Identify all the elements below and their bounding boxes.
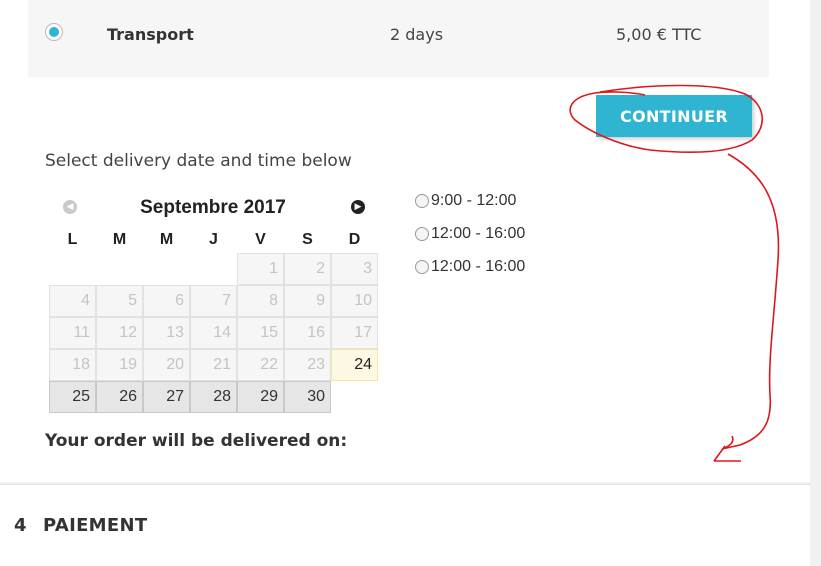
time-slot-radio[interactable] (415, 226, 429, 241)
step-number: 4 (14, 515, 27, 536)
weekday-label: S (302, 231, 313, 248)
calendar-day-14: 14 (190, 317, 237, 349)
calendar-day-19: 19 (96, 349, 143, 381)
calendar-day-28[interactable]: 28 (190, 381, 237, 413)
calendar-empty-cell (49, 253, 96, 285)
calendar-day-17: 17 (331, 317, 378, 349)
calendar-day-16: 16 (284, 317, 331, 349)
calendar-day-30[interactable]: 30 (284, 381, 331, 413)
calendar-day-4: 4 (49, 285, 96, 317)
calendar-weekdays: LMMJVSD (49, 231, 378, 249)
calendar-day-9: 9 (284, 285, 331, 317)
checkout-step-payment[interactable]: 4 PAIEMENT (0, 484, 810, 566)
calendar-day-15: 15 (237, 317, 284, 349)
time-slot-option[interactable]: 9:00 - 12:00 (415, 184, 525, 217)
carrier-delay: 2 days (390, 25, 444, 44)
calendar-day-29[interactable]: 29 (237, 381, 284, 413)
carrier-price: 5,00 € TTC (616, 25, 702, 44)
calendar-day-12: 12 (96, 317, 143, 349)
time-slot-radio[interactable] (415, 193, 429, 208)
time-slot-option[interactable]: 12:00 - 16:00 (415, 250, 525, 283)
calendar-grid: 1 2 3 4 5 6 7 8 9 10 11 12 13 14 15 16 17 18 19 20 21 22 23 24 2… (49, 253, 378, 413)
calendar-day-7: 7 (190, 285, 237, 317)
calendar-day-11: 11 (49, 317, 96, 349)
calendar-day-20: 20 (143, 349, 190, 381)
continue-button[interactable]: CONTINUER (596, 95, 752, 137)
weekday-label: M (159, 231, 174, 248)
calendar-empty-cell (96, 253, 143, 285)
calendar-day-2: 2 (284, 253, 331, 285)
carrier-name: Transport (107, 25, 194, 44)
time-slot-list: 9:00 - 12:00 12:00 - 16:00 12:00 - 16:00 (415, 184, 525, 283)
time-slot-label: 12:00 - 16:00 (431, 224, 526, 242)
time-slot-label: 12:00 - 16:00 (431, 257, 526, 275)
weekday-label: V (255, 231, 266, 248)
calendar-day-23: 23 (284, 349, 331, 381)
time-slot-label: 9:00 - 12:00 (431, 191, 517, 209)
calendar-day-5: 5 (96, 285, 143, 317)
calendar-day-27[interactable]: 27 (143, 381, 190, 413)
step-title: PAIEMENT (43, 515, 148, 536)
calendar-day-24[interactable]: 24 (331, 349, 378, 381)
delivery-result-label: Your order will be delivered on: (45, 431, 348, 451)
carrier-radio-selected[interactable] (45, 23, 63, 41)
calendar-day-21: 21 (190, 349, 237, 381)
calendar-day-1: 1 (237, 253, 284, 285)
calendar-day-25[interactable]: 25 (49, 381, 96, 413)
calendar-day-13: 13 (143, 317, 190, 349)
calendar-day-26[interactable]: 26 (96, 381, 143, 413)
calendar-day-22: 22 (237, 349, 284, 381)
calendar-month-title: Septembre 2017 (140, 197, 286, 218)
weekday-label: J (209, 231, 218, 248)
calendar-header: ◀ Septembre 2017 ▶ (49, 196, 369, 222)
weekday-label: D (348, 231, 361, 248)
weekday-label: L (67, 231, 78, 248)
calendar-day-8: 8 (237, 285, 284, 317)
time-slot-option[interactable]: 12:00 - 16:00 (415, 217, 525, 250)
weekday-label: M (112, 231, 127, 248)
time-slot-radio[interactable] (415, 259, 429, 274)
calendar-empty-cell (143, 253, 190, 285)
delivery-panel: Transport 2 days 5,00 € TTC CONTINUER Se… (0, 0, 810, 482)
calendar-day-3: 3 (331, 253, 378, 285)
prev-month-icon[interactable]: ◀ (63, 200, 77, 214)
calendar-empty-cell (190, 253, 237, 285)
next-month-icon[interactable]: ▶ (351, 200, 365, 214)
delivery-prompt: Select delivery date and time below (45, 151, 352, 171)
calendar-day-10: 10 (331, 285, 378, 317)
calendar-day-6: 6 (143, 285, 190, 317)
calendar-day-18: 18 (49, 349, 96, 381)
